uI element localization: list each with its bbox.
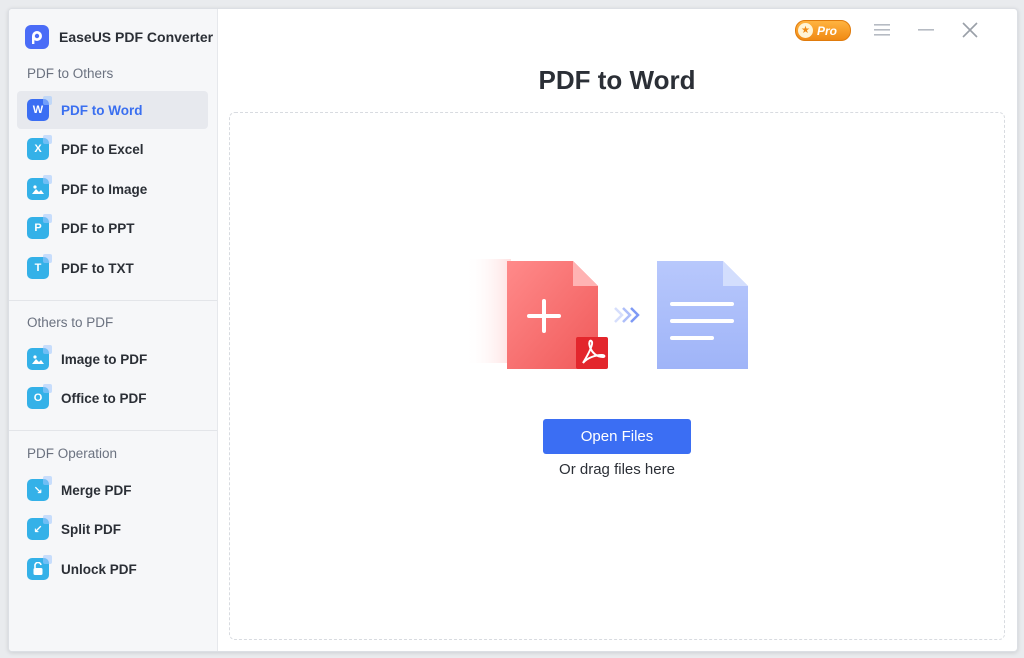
sidebar-item-pdf-to-excel[interactable]: X PDF to Excel	[17, 130, 208, 168]
pro-badge-button[interactable]: ★ Pro	[795, 20, 851, 41]
pdf-to-word-illustration	[465, 259, 748, 369]
hamburger-icon	[874, 24, 890, 36]
office-icon: O	[27, 384, 52, 409]
word-icon: W	[27, 96, 52, 121]
menu-button[interactable]	[871, 19, 893, 41]
app-logo-icon	[25, 25, 49, 49]
sidebar-item-label: PDF to TXT	[61, 260, 134, 276]
sidebar-item-merge-pdf[interactable]: ↘ Merge PDF	[17, 471, 208, 509]
open-files-button[interactable]: Open Files	[543, 419, 691, 454]
txt-icon: T	[27, 254, 52, 279]
sidebar-divider	[9, 430, 217, 431]
excel-icon: X	[27, 135, 52, 160]
sidebar-item-pdf-to-word[interactable]: W PDF to Word	[17, 91, 208, 129]
sidebar: EaseUS PDF Converter PDF to Others W PDF…	[9, 9, 218, 651]
sidebar-item-label: Image to PDF	[61, 351, 148, 367]
sidebar-item-label: PDF to Word	[61, 102, 143, 118]
ppt-icon: P	[27, 214, 52, 239]
minimize-icon	[918, 29, 934, 31]
star-icon: ★	[798, 23, 813, 38]
image-icon	[27, 175, 52, 200]
section-title-pdf-operation: PDF Operation	[27, 446, 118, 461]
sidebar-item-pdf-to-image[interactable]: PDF to Image	[17, 170, 208, 208]
page-title: PDF to Word	[538, 65, 696, 95]
sidebar-item-split-pdf[interactable]: ↙ Split PDF	[17, 510, 208, 548]
sidebar-item-office-to-pdf[interactable]: O Office to PDF	[17, 379, 208, 417]
sidebar-item-unlock-pdf[interactable]: Unlock PDF	[17, 550, 208, 588]
word-document-icon	[657, 261, 748, 369]
pro-label: Pro	[817, 23, 838, 38]
sidebar-item-label: PDF to Excel	[61, 141, 144, 157]
app-name: EaseUS PDF Converter	[59, 29, 214, 45]
arrows-icon	[614, 307, 640, 323]
sidebar-item-label: Unlock PDF	[61, 561, 137, 577]
file-drop-zone[interactable]	[229, 112, 1005, 640]
sidebar-item-pdf-to-ppt[interactable]: P PDF to PPT	[17, 209, 208, 247]
sidebar-item-pdf-to-txt[interactable]: T PDF to TXT	[17, 249, 208, 287]
sidebar-item-label: PDF to PPT	[61, 220, 135, 236]
section-title-others-to-pdf: Others to PDF	[27, 315, 114, 330]
close-icon	[962, 22, 978, 38]
sidebar-item-image-to-pdf[interactable]: Image to PDF	[17, 340, 208, 378]
app-window: EaseUS PDF Converter PDF to Others W PDF…	[8, 8, 1018, 652]
drag-hint-text: Or drag files here	[559, 461, 675, 478]
sidebar-divider	[9, 300, 217, 301]
unlock-icon	[27, 555, 52, 580]
split-icon: ↙	[27, 515, 52, 540]
sidebar-item-label: Office to PDF	[61, 390, 147, 406]
close-button[interactable]	[959, 19, 981, 41]
section-title-pdf-to-others: PDF to Others	[27, 66, 114, 81]
merge-icon: ↘	[27, 476, 52, 501]
image-icon	[27, 345, 52, 370]
minimize-button[interactable]	[915, 19, 937, 41]
pdf-file-icon	[507, 261, 608, 369]
brand: EaseUS PDF Converter	[25, 23, 213, 51]
sidebar-item-label: Merge PDF	[61, 482, 132, 498]
sidebar-item-label: PDF to Image	[61, 181, 148, 197]
sidebar-item-label: Split PDF	[61, 521, 121, 537]
